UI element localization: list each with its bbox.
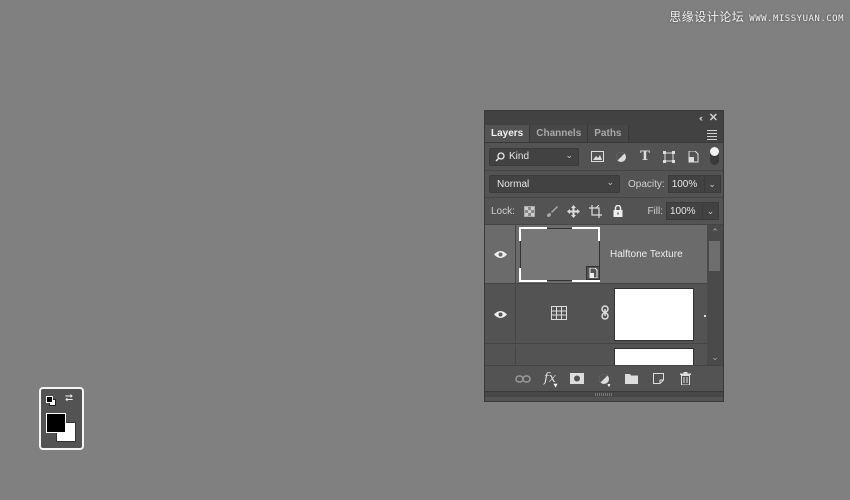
layer-name-truncated: [704, 315, 706, 317]
new-group-button[interactable]: [618, 369, 645, 389]
watermark-url: WWW.MISSYUAN.COM: [749, 14, 844, 24]
layers-panel: ‹‹ ✕ Layers Channels Paths Kind ⌄ T Norm…: [484, 110, 724, 402]
opacity-dropdown[interactable]: ⌄: [704, 175, 721, 193]
adjustment-filter-icon[interactable]: [612, 148, 630, 166]
layers-list: Halftone Texture ⌃ ⌄: [485, 225, 723, 365]
lock-row: Lock: Fill: 100% ⌄: [485, 198, 723, 225]
visibility-toggle[interactable]: [485, 345, 516, 365]
new-layer-button[interactable]: [645, 369, 672, 389]
collapse-icon[interactable]: ‹‹: [699, 111, 703, 125]
layer-row[interactable]: [485, 345, 709, 365]
image-filter-icon[interactable]: [588, 148, 606, 166]
link-icon: [515, 374, 531, 383]
lock-label: Lock:: [491, 205, 515, 217]
lock-all-icon[interactable]: [611, 204, 625, 218]
fill-control: Fill: 100% ⌄: [647, 202, 719, 220]
watermark: 思缘设计论坛 WWW.MISSYUAN.COM: [669, 8, 844, 25]
trash-icon: [679, 372, 691, 385]
foreground-color-swatch[interactable]: [46, 413, 66, 433]
tab-paths[interactable]: Paths: [588, 125, 629, 142]
layers-scrollbar[interactable]: ⌃ ⌄: [707, 225, 723, 365]
dropdown-triangle-icon: ▼: [553, 382, 558, 389]
layer-name[interactable]: Halftone Texture: [610, 249, 683, 260]
watermark-cn: 思缘设计论坛: [669, 10, 745, 24]
layers-footer: fx ▼ ▼: [485, 365, 723, 391]
smart-object-badge-icon: [586, 266, 600, 280]
search-icon: [495, 151, 505, 162]
chevron-down-icon: ⌄: [606, 177, 614, 187]
pattern-fill-icon: [551, 306, 567, 325]
blend-mode-select[interactable]: Normal ⌄: [489, 175, 620, 193]
layer-mask-thumbnail[interactable]: [614, 288, 694, 341]
fill-input[interactable]: 100%: [666, 202, 703, 220]
fill-dropdown[interactable]: ⌄: [703, 202, 719, 220]
opacity-label: Opacity:: [628, 178, 665, 190]
scroll-up-icon[interactable]: ⌃: [707, 227, 723, 238]
link-layers-button[interactable]: [510, 369, 537, 389]
add-mask-button[interactable]: [564, 369, 591, 389]
swap-colors-icon[interactable]: ⮂: [65, 393, 73, 404]
folder-icon: [624, 373, 638, 384]
panel-resize-grip[interactable]: [485, 391, 723, 397]
panel-menu-icon[interactable]: [707, 130, 717, 142]
lock-artboard-icon[interactable]: [589, 204, 603, 218]
eye-icon: [493, 250, 507, 258]
panel-tabs: Layers Channels Paths: [485, 125, 723, 143]
scroll-down-icon[interactable]: ⌄: [707, 352, 723, 363]
default-colors-icon[interactable]: [46, 396, 56, 406]
visibility-toggle[interactable]: [485, 285, 516, 343]
blend-row: Normal ⌄ Opacity: 100% ⌄: [485, 171, 723, 198]
delete-layer-button[interactable]: [672, 369, 699, 389]
type-filter-icon[interactable]: T: [636, 148, 654, 166]
new-adjustment-layer-button[interactable]: ▼: [591, 369, 618, 389]
blend-mode-value: Normal: [497, 178, 530, 190]
eye-icon: [493, 310, 507, 318]
layer-mask-thumbnail[interactable]: [614, 348, 694, 365]
smart-object-filter-icon[interactable]: [684, 148, 702, 166]
kind-filter-select[interactable]: Kind ⌄: [489, 147, 579, 166]
lock-pixels-icon[interactable]: [545, 204, 559, 218]
layer-style-button[interactable]: fx ▼: [537, 369, 564, 389]
shape-filter-icon[interactable]: [660, 148, 678, 166]
panel-titlebar: ‹‹ ✕: [485, 111, 723, 125]
lock-transparency-icon[interactable]: [523, 204, 537, 218]
link-icon[interactable]: [601, 305, 609, 325]
close-icon[interactable]: ✕: [709, 111, 718, 125]
color-swatches: ⮂: [39, 387, 84, 450]
scroll-thumb[interactable]: [709, 241, 720, 271]
tab-channels[interactable]: Channels: [530, 125, 589, 142]
mask-icon: [570, 373, 584, 384]
filter-row: Kind ⌄ T: [485, 143, 723, 171]
dropdown-triangle-icon: ▼: [606, 382, 612, 389]
tab-layers[interactable]: Layers: [485, 125, 531, 142]
fill-label: Fill:: [647, 205, 663, 217]
kind-label: Kind: [509, 151, 530, 162]
layer-row[interactable]: Halftone Texture: [485, 225, 709, 284]
layer-row[interactable]: [485, 285, 709, 344]
opacity-input[interactable]: 100%: [667, 175, 705, 193]
new-layer-icon: [652, 373, 664, 384]
chevron-down-icon: ⌄: [565, 149, 573, 160]
lock-position-icon[interactable]: [567, 204, 581, 218]
filter-toggle[interactable]: [710, 147, 719, 165]
visibility-toggle[interactable]: [485, 225, 516, 283]
